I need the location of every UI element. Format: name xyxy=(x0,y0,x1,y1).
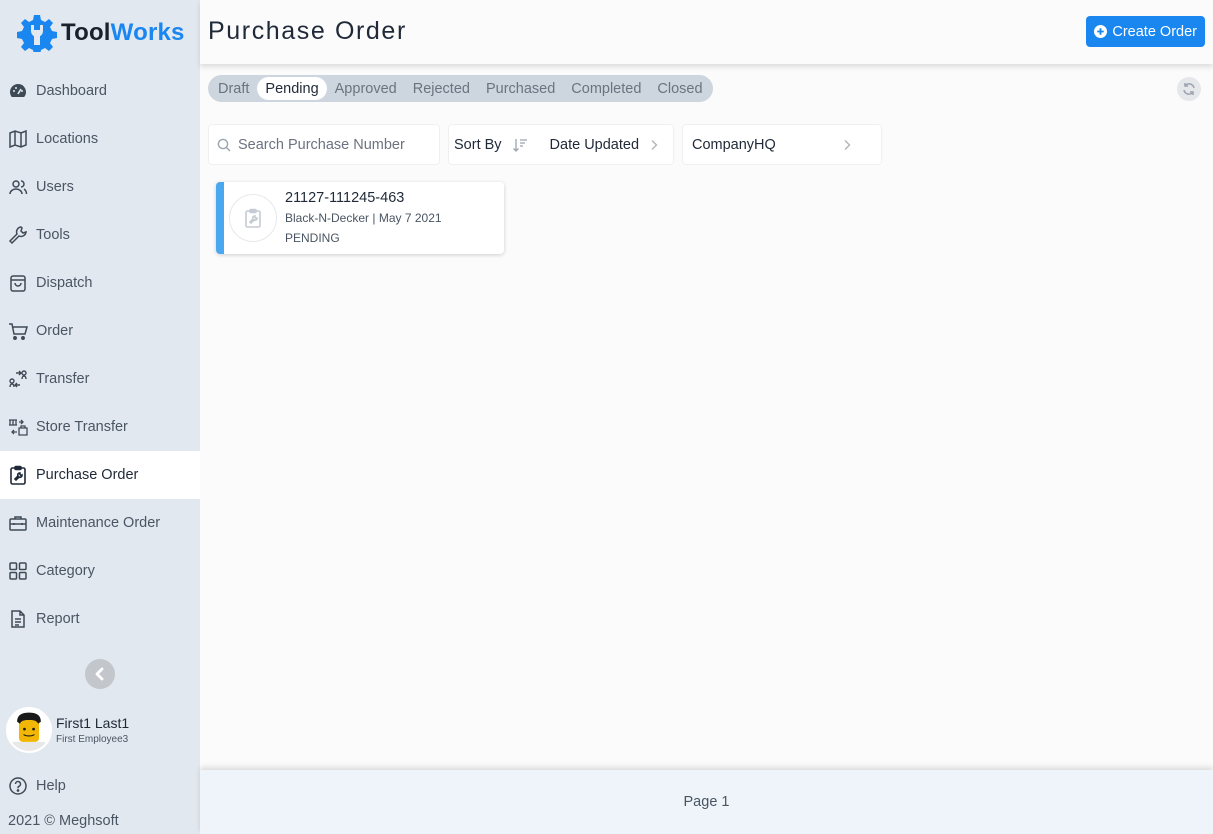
users-icon xyxy=(8,177,28,197)
sidebar-item-store-transfer[interactable]: Store Transfer xyxy=(0,403,200,451)
tab-rejected[interactable]: Rejected xyxy=(405,77,478,100)
logo[interactable]: ToolWorks xyxy=(17,13,185,53)
card-icon-circle xyxy=(229,194,277,242)
tab-pending[interactable]: Pending xyxy=(257,77,326,100)
sidebar-item-label: Category xyxy=(36,563,95,579)
chevron-right-icon xyxy=(842,139,852,151)
tab-closed[interactable]: Closed xyxy=(649,77,710,100)
wrench-icon xyxy=(8,225,28,245)
sidebar-item-label: Locations xyxy=(36,131,98,147)
sidebar-item-users[interactable]: Users xyxy=(0,163,200,211)
grid-icon xyxy=(8,561,28,581)
purchase-order-card[interactable]: 21127-111245-463 Black-N-Decker | May 7 … xyxy=(216,182,504,254)
status-accent-bar xyxy=(216,182,224,254)
document-icon xyxy=(8,609,28,629)
location-value: CompanyHQ xyxy=(692,137,832,153)
sort-value: Date Updated xyxy=(550,137,639,153)
map-icon xyxy=(8,129,28,149)
sidebar: ToolWorks Dashboard Locations Users Tool… xyxy=(0,0,200,834)
tab-completed[interactable]: Completed xyxy=(563,77,649,100)
page-header: Purchase Order Create Order xyxy=(200,0,1213,64)
refresh-icon xyxy=(1182,82,1196,96)
clipboard-wrench-icon xyxy=(8,465,28,485)
collapse-sidebar-button[interactable] xyxy=(85,659,115,689)
avatar xyxy=(6,707,52,753)
sidebar-item-report[interactable]: Report xyxy=(0,595,200,643)
search-field xyxy=(208,124,440,165)
sidebar-item-label: Tools xyxy=(36,227,70,243)
page-title: Purchase Order xyxy=(208,17,407,46)
user-info: First1 Last1 First Employee3 xyxy=(56,715,129,745)
help-label: Help xyxy=(36,778,66,794)
sidebar-item-label: Report xyxy=(36,611,80,627)
sidebar-item-dispatch[interactable]: Dispatch xyxy=(0,259,200,307)
order-vendor: Black-N-Decker xyxy=(285,211,369,225)
sidebar-item-label: Order xyxy=(36,323,73,339)
gear-wrench-logo-icon xyxy=(17,14,57,52)
tab-purchased[interactable]: Purchased xyxy=(478,77,563,100)
create-order-button[interactable]: Create Order xyxy=(1086,16,1205,47)
sidebar-nav: Dashboard Locations Users Tools Dispatch xyxy=(0,67,200,643)
sidebar-item-label: Purchase Order xyxy=(36,467,138,483)
brand-name: ToolWorks xyxy=(61,19,185,47)
sidebar-item-label: Transfer xyxy=(36,371,89,387)
sidebar-item-label: Dispatch xyxy=(36,275,92,291)
sidebar-item-purchase-order[interactable]: Purchase Order xyxy=(0,451,200,499)
sort-selector[interactable]: Sort By Date Updated xyxy=(448,124,674,165)
location-selector[interactable]: CompanyHQ xyxy=(682,124,882,165)
tab-draft[interactable]: Draft xyxy=(210,77,257,100)
sidebar-item-tools[interactable]: Tools xyxy=(0,211,200,259)
sidebar-item-label: Dashboard xyxy=(36,83,107,99)
sidebar-item-label: Maintenance Order xyxy=(36,515,160,531)
sort-label: Sort By xyxy=(454,137,502,153)
search-input[interactable] xyxy=(238,137,428,153)
sort-descending-icon xyxy=(512,137,528,153)
transfer-icon xyxy=(8,369,28,389)
user-name: First1 Last1 xyxy=(56,715,129,731)
meta-separator: | xyxy=(372,211,375,225)
chevron-right-icon xyxy=(649,139,659,151)
help-link[interactable]: Help xyxy=(8,776,66,796)
create-order-label: Create Order xyxy=(1112,24,1197,40)
tab-approved[interactable]: Approved xyxy=(327,77,405,100)
sidebar-item-maintenance-order[interactable]: Maintenance Order xyxy=(0,499,200,547)
sidebar-item-dashboard[interactable]: Dashboard xyxy=(0,67,200,115)
search-icon xyxy=(217,138,231,152)
sidebar-item-locations[interactable]: Locations xyxy=(0,115,200,163)
order-date: May 7 2021 xyxy=(379,211,442,225)
status-tabs: Draft Pending Approved Rejected Purchase… xyxy=(208,75,713,102)
pagination-footer: Page 1 xyxy=(200,770,1213,834)
sidebar-item-label: Users xyxy=(36,179,74,195)
toolbox-icon xyxy=(8,513,28,533)
sidebar-item-category[interactable]: Category xyxy=(0,547,200,595)
dashboard-icon xyxy=(8,81,28,101)
user-role: First Employee3 xyxy=(56,734,129,745)
page-indicator: Page 1 xyxy=(684,794,730,810)
shopping-bag-icon xyxy=(8,273,28,293)
order-number: 21127-111245-463 xyxy=(285,190,404,206)
plus-circle-icon xyxy=(1094,25,1107,38)
refresh-button[interactable] xyxy=(1177,77,1201,101)
sidebar-item-order[interactable]: Order xyxy=(0,307,200,355)
order-status: PENDING xyxy=(285,231,340,245)
order-meta: Black-N-Decker | May 7 2021 xyxy=(285,211,442,225)
sidebar-item-transfer[interactable]: Transfer xyxy=(0,355,200,403)
cart-icon xyxy=(8,321,28,341)
chevron-left-icon xyxy=(93,667,107,681)
sidebar-item-label: Store Transfer xyxy=(36,419,128,435)
user-profile[interactable]: First1 Last1 First Employee3 xyxy=(6,707,129,753)
copyright: 2021 © Meghsoft xyxy=(8,813,119,829)
clipboard-wrench-icon xyxy=(242,207,264,229)
store-transfer-icon xyxy=(8,417,28,437)
help-icon xyxy=(8,776,28,796)
